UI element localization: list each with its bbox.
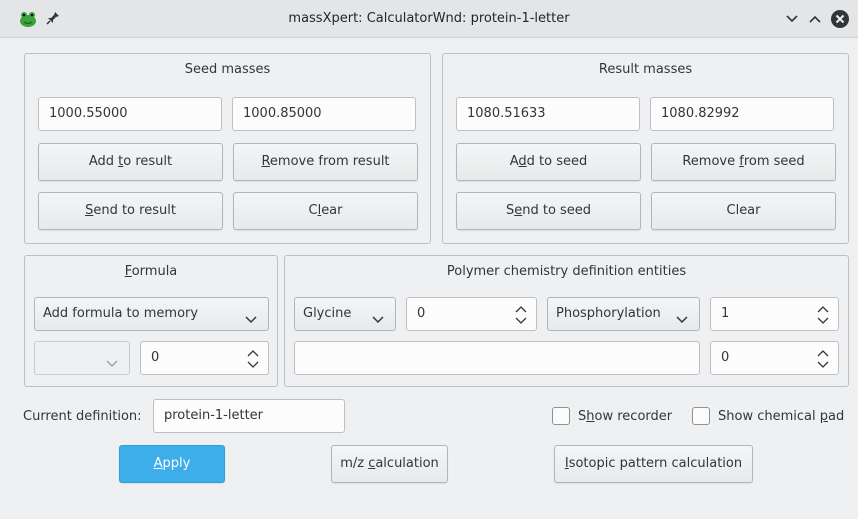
current-definition-field[interactable]: protein-1-letter	[153, 399, 345, 433]
modif-combo[interactable]: Phosphorylation	[547, 297, 700, 331]
apply-button[interactable]: Apply	[119, 445, 225, 483]
sequence-field[interactable]	[294, 341, 700, 375]
show-chemical-pad-checkbox[interactable]	[692, 407, 710, 425]
chevron-down-icon	[105, 351, 119, 383]
formula-count-spinbox[interactable]: 0	[140, 341, 269, 375]
chevron-down-icon	[244, 307, 258, 339]
modif-count-spinbox[interactable]: 1	[710, 297, 839, 331]
result-masses-title: Result masses	[598, 62, 693, 77]
spin-arrows-icon[interactable]	[816, 304, 830, 339]
remove-from-seed-button[interactable]: Remove from seed	[651, 143, 836, 181]
result-clear-button[interactable]: Clear	[651, 192, 836, 230]
seed-clear-button[interactable]: Clear	[233, 192, 418, 230]
chevron-down-icon[interactable]	[785, 13, 799, 29]
chevron-down-icon	[675, 307, 689, 339]
chevron-down-icon	[371, 307, 385, 339]
mz-calculation-button[interactable]: m/z calculation	[331, 445, 448, 483]
formula-title: Formula	[124, 264, 178, 279]
result-mono-mass-field[interactable]: 1080.51633	[456, 97, 640, 131]
spin-arrows-icon[interactable]	[514, 304, 528, 339]
seed-mono-mass-field[interactable]: 1000.55000	[38, 97, 222, 131]
show-recorder-checkbox[interactable]	[552, 407, 570, 425]
add-to-seed-button[interactable]: Add to seed	[456, 143, 641, 181]
formula-combo[interactable]	[34, 341, 130, 375]
title-bar: massXpert: CalculatorWnd: protein-1-lett…	[0, 0, 858, 38]
show-chemical-pad-label[interactable]: Show chemical pad	[718, 409, 844, 424]
result-avg-mass-field[interactable]: 1080.82992	[650, 97, 834, 131]
seed-masses-title: Seed masses	[184, 62, 271, 77]
sequence-count-spinbox[interactable]: 0	[710, 341, 839, 375]
close-icon[interactable]	[830, 9, 850, 33]
monomer-count-spinbox[interactable]: 0	[406, 297, 537, 331]
formula-action-combo[interactable]: Add formula to memory	[34, 297, 269, 331]
isotopic-pattern-button[interactable]: Isotopic pattern calculation	[554, 445, 753, 483]
remove-from-result-button[interactable]: Remove from result	[233, 143, 418, 181]
spin-arrows-icon[interactable]	[246, 348, 260, 383]
monomer-combo[interactable]: Glycine	[294, 297, 396, 331]
window-title: massXpert: CalculatorWnd: protein-1-lett…	[288, 11, 570, 26]
show-recorder-label[interactable]: Show recorder	[578, 409, 672, 424]
send-to-result-button[interactable]: Send to result	[38, 192, 223, 230]
add-to-result-button[interactable]: Add to result	[38, 143, 223, 181]
chevron-up-icon[interactable]	[808, 13, 822, 29]
current-definition-label: Current definition:	[23, 409, 142, 424]
polchem-title: Polymer chemistry definition entities	[446, 264, 687, 279]
seed-avg-mass-field[interactable]: 1000.85000	[232, 97, 416, 131]
spin-arrows-icon[interactable]	[816, 348, 830, 383]
send-to-seed-button[interactable]: Send to seed	[456, 192, 641, 230]
